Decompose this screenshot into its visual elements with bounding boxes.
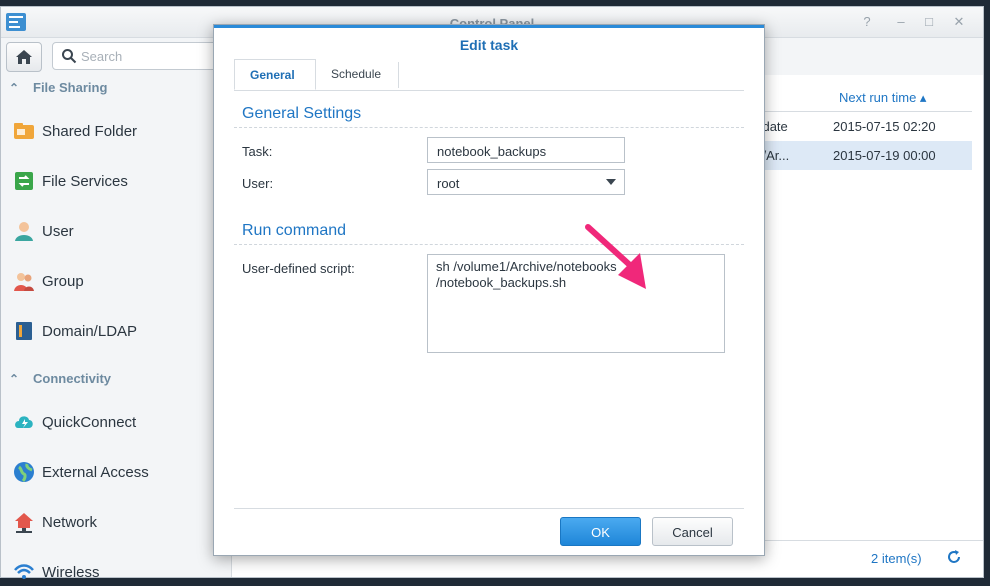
sidebar: ⌃ File Sharing Shared Folder File Service…: [1, 75, 232, 581]
edit-task-dialog: Edit task General Schedule General Setti…: [213, 24, 765, 556]
cancel-button[interactable]: Cancel: [652, 517, 733, 546]
user-label: User:: [242, 176, 274, 191]
tab-divider: [398, 62, 399, 88]
dialog-title-bar: Edit task: [214, 25, 764, 62]
general-settings-heading: General Settings: [242, 105, 362, 122]
tab-general[interactable]: General: [234, 59, 316, 90]
shared-folder-icon: [14, 123, 34, 139]
divider: [234, 244, 744, 245]
user-defined-script-textarea[interactable]: sh /volume1/Archive/notebooks /notebook_…: [427, 254, 725, 353]
refresh-icon[interactable]: [946, 549, 962, 565]
sidebar-item-network[interactable]: Network: [13, 510, 223, 536]
ok-button[interactable]: OK: [560, 517, 641, 546]
item-count: 2 item(s): [871, 551, 922, 566]
dropdown-arrow-icon: [606, 179, 616, 185]
section-connectivity[interactable]: ⌃ Connectivity: [9, 371, 111, 386]
run-command-heading: Run command: [242, 222, 347, 239]
sidebar-item-group[interactable]: Group: [13, 269, 223, 295]
sidebar-item-wireless[interactable]: Wireless: [13, 560, 223, 586]
dialog-footer-divider: [234, 508, 744, 509]
sidebar-item-file-services[interactable]: File Services: [13, 169, 223, 195]
section-file-sharing[interactable]: ⌃ File Sharing: [9, 80, 107, 95]
tab-bar: General Schedule: [234, 59, 744, 91]
column-next-run-time[interactable]: Next run time ▴: [839, 90, 926, 106]
file-services-icon: [15, 172, 33, 190]
minimize-icon[interactable]: –: [893, 14, 909, 29]
annotation-arrow-icon: [585, 224, 646, 289]
chevron-up-icon: ⌃: [9, 372, 20, 386]
home-button[interactable]: [6, 42, 42, 72]
help-icon[interactable]: ?: [859, 14, 875, 29]
chevron-up-icon: ⌃: [9, 81, 20, 95]
user-select[interactable]: root: [427, 169, 625, 195]
task-label: Task:: [242, 144, 273, 159]
sidebar-item-quickconnect[interactable]: QuickConnect: [13, 410, 223, 436]
domain-ldap-icon: [16, 322, 32, 340]
quickconnect-icon: [15, 416, 33, 428]
user-defined-script-label: User-defined script:: [242, 261, 355, 276]
search-placeholder: Search: [81, 49, 123, 64]
search-input[interactable]: Search: [52, 42, 229, 70]
task-name-input[interactable]: notebook_backups: [427, 137, 625, 163]
globe-icon: [14, 462, 34, 483]
sidebar-item-shared-folder[interactable]: Shared Folder: [13, 119, 223, 145]
wireless-icon: [14, 564, 34, 579]
close-icon[interactable]: ✕: [951, 14, 967, 30]
toolbar: Search: [1, 38, 231, 74]
sidebar-item-external-access[interactable]: External Access: [13, 460, 223, 486]
dialog-title: Edit task: [459, 37, 519, 53]
group-icon: [14, 273, 34, 291]
home-icon: [16, 50, 32, 64]
sidebar-item-user[interactable]: User: [13, 219, 223, 245]
user-icon: [15, 222, 33, 241]
divider: [234, 127, 744, 128]
network-icon: [15, 513, 33, 533]
tab-schedule[interactable]: Schedule: [331, 67, 381, 81]
sidebar-item-domain-ldap[interactable]: Domain/LDAP: [13, 319, 223, 345]
maximize-icon[interactable]: □: [921, 14, 937, 29]
search-icon: [62, 49, 77, 64]
